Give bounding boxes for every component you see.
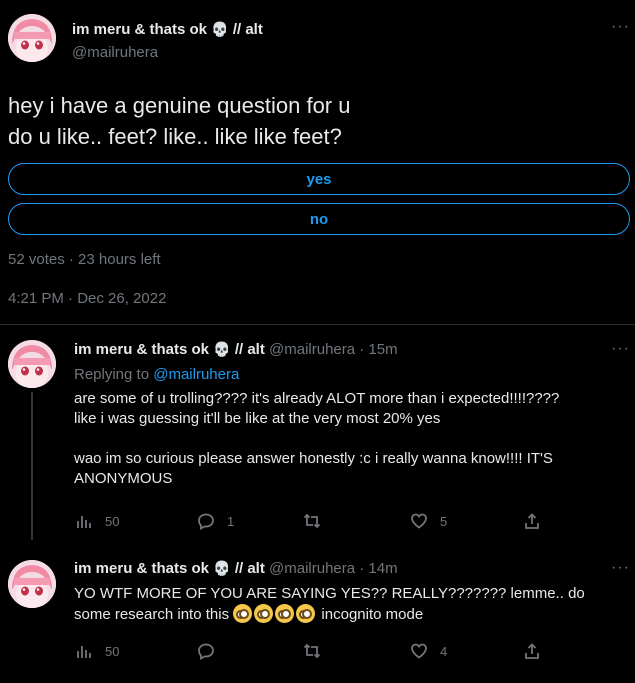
tweet-text-line: ANONYMOUS bbox=[74, 470, 173, 487]
poll-option-no[interactable]: no bbox=[8, 203, 630, 235]
tweet-timestamp[interactable]: 4:21 PM · Dec 26, 2022 bbox=[8, 290, 166, 307]
display-name-suffix: // alt bbox=[232, 21, 263, 38]
reply-button[interactable]: 1 bbox=[197, 512, 234, 530]
skull-icon: 💀 bbox=[213, 341, 231, 357]
tweet-time[interactable]: · 14m bbox=[359, 560, 397, 577]
tweet-text: hey i have a genuine question for u do u… bbox=[8, 90, 350, 152]
share-button[interactable] bbox=[523, 512, 541, 530]
display-name-suffix: // alt bbox=[234, 341, 265, 358]
tweet-text: YO WTF MORE OF YOU ARE SAYING YES?? REAL… bbox=[74, 584, 585, 625]
poll-option-yes[interactable]: yes bbox=[8, 163, 630, 195]
display-name-text: im meru & thats ok bbox=[72, 21, 208, 38]
divider bbox=[0, 324, 635, 325]
views-icon bbox=[77, 646, 91, 658]
tweet-text-line: do u like.. feet? like.. like like feet? bbox=[8, 124, 342, 149]
tweet-text-line: YO WTF MORE OF YOU ARE SAYING YES?? REAL… bbox=[74, 585, 585, 602]
mention-link[interactable]: @mailruhera bbox=[153, 366, 239, 383]
monocle-face-icon bbox=[275, 604, 295, 623]
tweet-text-line: some research into this incognito mode bbox=[74, 604, 585, 625]
tweet-text-line: are some of u trolling???? it's already … bbox=[74, 390, 560, 407]
replying-to-label: Replying to bbox=[74, 366, 150, 383]
avatar-image bbox=[8, 14, 56, 62]
monocle-face-icon bbox=[233, 604, 253, 623]
views-button[interactable]: 50 bbox=[75, 642, 119, 660]
views-count: 50 bbox=[105, 643, 120, 659]
share-icon bbox=[525, 643, 539, 659]
avatar-image bbox=[8, 340, 56, 388]
tweet-text-line: hey i have a genuine question for u bbox=[8, 93, 351, 118]
retweet-button[interactable] bbox=[303, 512, 333, 530]
display-name-suffix: // alt bbox=[234, 560, 265, 577]
reply-count: 1 bbox=[227, 513, 235, 529]
like-button[interactable]: 4 bbox=[410, 642, 447, 660]
retweet-button[interactable] bbox=[303, 642, 333, 660]
avatar[interactable] bbox=[8, 340, 56, 388]
handle[interactable]: @mailruhera bbox=[72, 44, 158, 61]
tweet-time[interactable]: · 15m bbox=[359, 341, 397, 358]
tweet-text-fragment: some research into this bbox=[74, 606, 230, 623]
retweet-icon bbox=[303, 513, 321, 529]
more-horizontal-icon[interactable]: ··· bbox=[611, 559, 630, 577]
retweet-icon bbox=[303, 643, 321, 659]
monocle-face-icon bbox=[254, 604, 274, 623]
poll-summary: 52 votes · 23 hours left bbox=[8, 251, 161, 268]
heart-icon bbox=[411, 643, 427, 659]
avatar[interactable] bbox=[8, 560, 56, 608]
views-button[interactable]: 50 bbox=[75, 512, 119, 530]
thread-line bbox=[31, 392, 33, 540]
like-count: 4 bbox=[440, 643, 448, 659]
avatar[interactable] bbox=[8, 14, 56, 62]
monocle-face-icon bbox=[296, 604, 316, 623]
tweet-text: are some of u trolling???? it's already … bbox=[74, 389, 559, 489]
more-horizontal-icon[interactable]: ··· bbox=[611, 18, 630, 36]
like-button[interactable]: 5 bbox=[410, 512, 447, 530]
skull-icon: 💀 bbox=[211, 21, 229, 37]
tweet-text-fragment: incognito mode bbox=[321, 606, 424, 623]
views-count: 50 bbox=[105, 513, 120, 529]
display-name-text: im meru & thats ok bbox=[74, 560, 210, 577]
tweet-text-line: like i was guessing it'll be like at the… bbox=[74, 410, 441, 427]
display-name-text: im meru & thats ok bbox=[74, 341, 210, 358]
replying-to: Replying to @mailruhera bbox=[74, 366, 239, 383]
tweet-text-line: wao im so curious please answer honestly… bbox=[74, 450, 553, 467]
display-name[interactable]: im meru & thats ok 💀 // alt bbox=[72, 21, 263, 38]
more-horizontal-icon[interactable]: ··· bbox=[611, 340, 630, 358]
handle[interactable]: @mailruhera bbox=[269, 560, 355, 577]
reply-icon bbox=[198, 513, 214, 530]
tweet-text-line bbox=[74, 429, 559, 449]
share-icon bbox=[525, 513, 539, 529]
handle[interactable]: @mailruhera bbox=[269, 341, 355, 358]
avatar-image bbox=[8, 560, 56, 608]
heart-icon bbox=[411, 513, 427, 529]
reply-button[interactable] bbox=[197, 642, 227, 660]
like-count: 5 bbox=[440, 513, 448, 529]
skull-icon: 💀 bbox=[213, 560, 231, 576]
display-name[interactable]: im meru & thats ok 💀 // alt @mailruhera … bbox=[74, 341, 398, 358]
views-icon bbox=[77, 516, 91, 528]
display-name[interactable]: im meru & thats ok 💀 // alt @mailruhera … bbox=[74, 560, 398, 577]
share-button[interactable] bbox=[523, 642, 541, 660]
reply-icon bbox=[198, 643, 214, 660]
